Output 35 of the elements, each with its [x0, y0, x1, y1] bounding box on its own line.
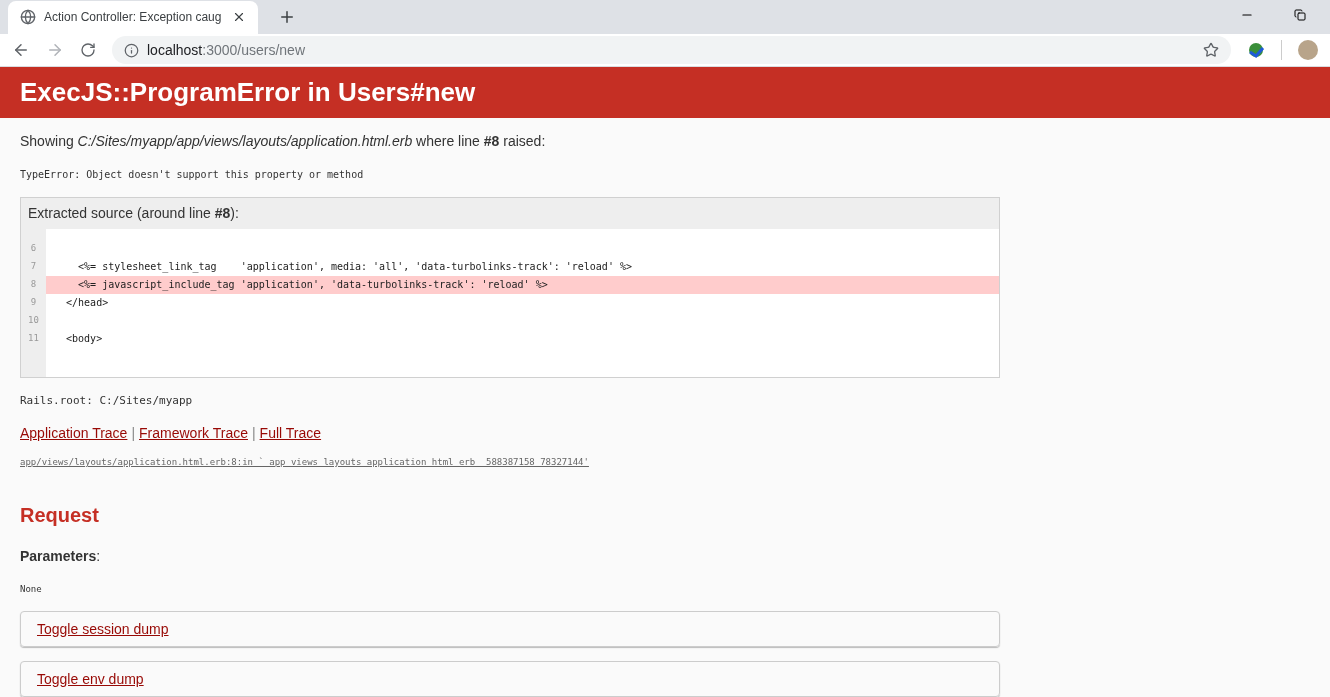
restore-icon[interactable]	[1294, 9, 1306, 21]
trace-link[interactable]: Application Trace	[20, 423, 128, 444]
error-title: ExecJS::ProgramError in Users#new	[20, 75, 476, 109]
code-line: <body>	[65, 332, 104, 346]
code-line: <%= stylesheet_link_tag 'application', media: 'all', 'data-turbolinks-track': 'reload' %>	[77, 260, 633, 275]
url-text: localhost:3000/users/new	[147, 40, 305, 60]
toggle-dump-link[interactable]: Toggle env dump	[37, 668, 144, 690]
parameters-colon: :	[96, 546, 101, 566]
line-number: 7	[30, 259, 37, 273]
browser-tab[interactable]: Action Controller: Exception caug	[8, 0, 258, 34]
separator: |	[251, 424, 256, 443]
error-message: TypeError: Object doesn't support this property or method	[20, 167, 365, 182]
separator: |	[131, 424, 136, 443]
reload-icon[interactable]	[80, 42, 96, 59]
line-number: 10	[28, 313, 39, 327]
line-number: 11	[28, 331, 39, 345]
rails-root: Rails.root: C:/Sites/myapp	[20, 392, 194, 409]
info-icon	[124, 42, 139, 58]
tab-title: Action Controller: Exception caug	[44, 9, 223, 27]
line-number: 8	[30, 277, 37, 291]
globe-icon	[20, 9, 36, 26]
extension-icon[interactable]	[1247, 41, 1265, 60]
trace-line-link[interactable]: app/views/layouts/application.html.erb:8:in `_app_views_layouts_application_html_erb__588387158_78327144'	[20, 456, 1310, 470]
trace-link[interactable]: Full Trace	[259, 423, 322, 444]
line-number: 6	[30, 241, 37, 255]
code-line: </head>	[65, 296, 110, 310]
request-heading: Request	[20, 502, 100, 528]
line-number: 9	[30, 295, 37, 309]
showing-text: Showing C:/Sites/myapp/app/views/layouts/application.html.erb where line #8 raised:	[20, 131, 547, 151]
parameters-value: None	[20, 582, 43, 596]
source-title: Extracted source (around line #8):	[28, 203, 239, 223]
address-bar[interactable]: localhost:3000/users/new	[112, 36, 1231, 65]
toggle-dump-link[interactable]: Toggle session dump	[37, 618, 169, 640]
bookmark-star-icon[interactable]	[1203, 42, 1219, 59]
trace-link[interactable]: Framework Trace	[139, 423, 248, 444]
